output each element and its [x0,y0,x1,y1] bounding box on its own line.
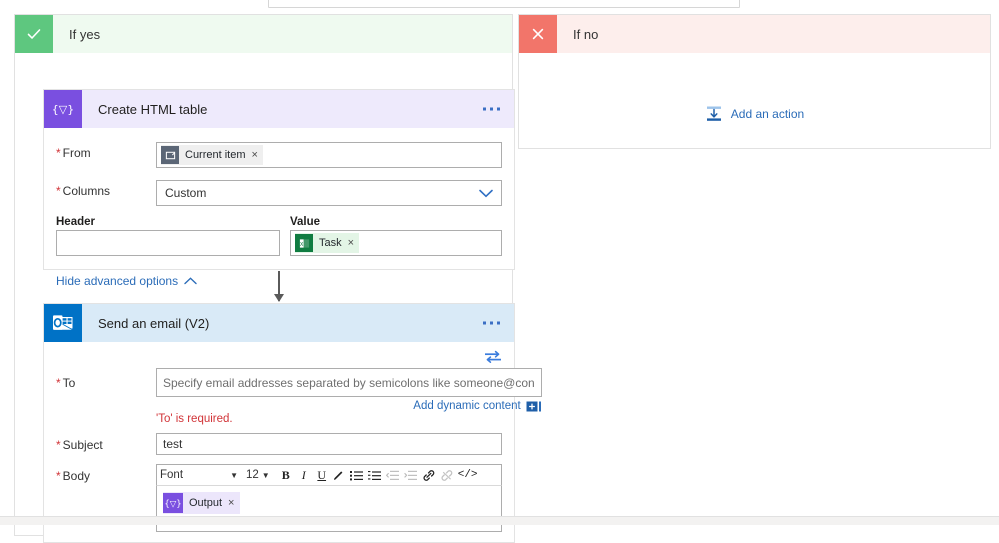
header-column-label: Header [56,216,95,228]
token-label: Current item [185,149,246,161]
previous-action-card-partial [268,0,740,8]
chevron-down-icon[interactable] [479,189,493,198]
font-family-value: Font [160,469,184,481]
header-input[interactable] [56,230,280,256]
token-output[interactable]: {▽} Output × [163,492,241,514]
add-an-action-button[interactable]: Add an action [519,105,990,123]
required-asterisk: * [56,184,61,198]
branch-if-no-header: If no [519,15,990,53]
chevron-down-icon: ▼ [261,470,270,480]
font-family-select[interactable]: Font ▼ [160,469,238,481]
dynamic-content-icon[interactable] [526,401,542,412]
token-task[interactable]: X Task × [295,233,360,253]
switch-inputs-icon[interactable] [484,350,502,368]
field-subject: * Subject test [56,433,502,455]
to-label: * To [56,376,76,390]
token-label: Task [319,237,342,249]
increase-indent-icon[interactable] [403,470,420,481]
required-asterisk: * [56,438,61,452]
decrease-indent-icon[interactable] [385,470,402,481]
token-remove-icon[interactable]: × [348,237,354,249]
link-icon[interactable] [422,469,438,482]
font-size-value: 12 [246,469,259,481]
hide-advanced-options-label: Hide advanced options [56,274,179,288]
field-from: * From Current item × [56,142,502,168]
outlook-icon [44,304,82,342]
chevron-down-icon: ▼ [230,470,238,480]
unlink-icon[interactable] [440,469,456,482]
underline-button[interactable]: U [314,468,330,483]
chevron-up-icon [184,277,197,285]
svg-text:X: X [299,241,303,247]
branch-if-yes: If yes {▽} Create HTML table *From [14,14,542,543]
value-input[interactable]: X Task × [290,230,502,256]
required-asterisk: * [56,469,61,483]
field-columns: * Columns Custom [56,180,502,206]
branch-if-no-title: If no [573,26,599,42]
value-column-label: Value [290,216,321,228]
font-size-select[interactable]: 12 ▼ [246,469,270,481]
switch-inputs-row [56,350,502,368]
from-input[interactable]: Current item × [156,142,502,168]
create-html-table-title: Create HTML table [98,101,208,117]
flow-designer-canvas: If yes {▽} Create HTML table *From [0,0,999,543]
create-html-table-header[interactable]: {▽} Create HTML table [44,90,514,128]
from-label: * From [56,146,91,160]
body-rich-text-toolbar: Font ▼ 12 ▼ B I U </> [156,464,502,486]
token-label: Output [189,497,223,509]
italic-button[interactable]: I [296,468,312,483]
close-icon [519,15,557,53]
ellipsis-icon[interactable] [483,107,500,111]
add-dynamic-content-link[interactable]: Add dynamic content [413,400,520,412]
token-remove-icon[interactable]: × [228,497,234,509]
svg-text:{▽}: {▽} [53,103,73,116]
to-error-message: 'To' is required. [156,413,233,425]
bold-button[interactable]: B [278,468,294,483]
action-card-create-html-table[interactable]: {▽} Create HTML table *From [43,89,515,288]
bulleted-list-icon[interactable] [349,470,366,481]
pen-icon[interactable] [332,469,348,482]
branch-if-yes-header: If yes [15,15,512,53]
send-email-title: Send an email (V2) [98,315,210,331]
check-icon [15,15,53,53]
connector-arrow [274,271,284,302]
ellipsis-icon[interactable] [483,321,500,325]
branch-if-no: If no Add an action [518,14,991,149]
numbered-list-icon[interactable] [367,470,384,481]
send-email-header[interactable]: Send an email (V2) [44,304,514,342]
insert-action-icon [705,105,723,123]
subject-label: * Subject [56,438,103,452]
columns-selected-value: Custom [165,186,207,200]
data-operations-icon: {▽} [44,90,82,128]
field-to: * To Specify email addresses separated by… [56,368,542,425]
to-input[interactable]: Specify email addresses separated by sem… [156,368,542,397]
data-operations-icon: {▽} [163,493,183,513]
body-label: * Body [56,469,91,483]
subject-input[interactable]: test [156,433,502,455]
branch-if-yes-title: If yes [69,26,101,42]
required-asterisk: * [56,376,61,390]
svg-text:{▽}: {▽} [164,500,181,510]
columns-select[interactable]: Custom [156,180,502,206]
columns-label: * Columns [56,184,111,198]
required-asterisk: * [56,146,61,160]
page-bottom-edge [0,516,999,525]
code-view-button[interactable]: </> [458,469,478,481]
excel-icon: X [295,234,313,252]
token-remove-icon[interactable]: × [252,149,258,161]
token-current-item[interactable]: Current item × [161,145,263,165]
action-card-send-an-email[interactable]: Send an email (V2) * To Specify email ad… [43,303,542,543]
add-an-action-label: Add an action [730,107,805,121]
current-item-icon [161,146,179,164]
